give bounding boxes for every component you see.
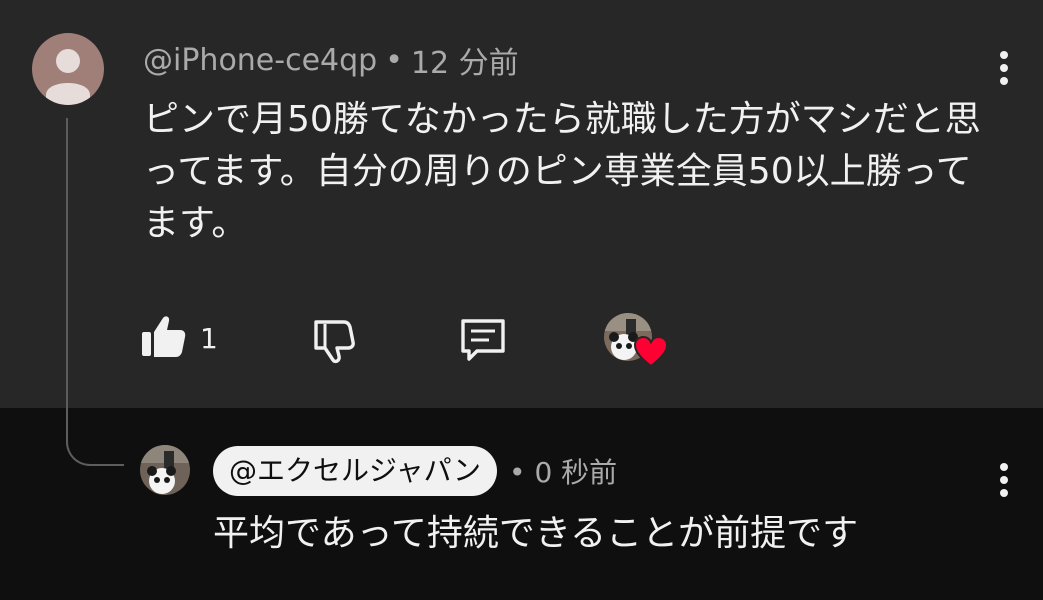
thumbs-up-filled-icon	[138, 316, 188, 366]
more-vertical-icon[interactable]	[994, 46, 1014, 90]
reply-comment-icon	[457, 319, 509, 369]
default-user-avatar-icon[interactable]	[32, 33, 104, 105]
like-count: 1	[200, 322, 218, 355]
reply-text: 平均であって持続できることが前提です	[213, 513, 859, 554]
like-button[interactable]	[138, 312, 188, 366]
creator-heart-icon	[633, 335, 669, 372]
thumbs-down-icon	[310, 320, 360, 370]
comment-author[interactable]: @iPhone-ce4qp	[143, 43, 377, 78]
reply-card	[0, 408, 1043, 600]
comment-text: ピンで月50勝てなかったら就職した方がマシだと思ってます。自分の周りのピン専業全…	[143, 99, 981, 244]
meta-separator: •	[509, 456, 526, 489]
reply-time-group: • 0 秒前	[509, 451, 617, 491]
reply-time: 0 秒前	[534, 456, 618, 489]
meta-separator: •	[385, 42, 403, 78]
comment-meta: @iPhone-ce4qp • 12 分前	[143, 38, 519, 82]
mention-chip[interactable]: @エクセルジャパン	[213, 446, 498, 496]
more-vertical-icon[interactable]	[994, 458, 1014, 502]
comment-time: 12 分前	[410, 46, 519, 81]
thread-connector-line	[66, 118, 124, 466]
reply-meta: @エクセルジャパン • 0 秒前	[213, 446, 617, 496]
dislike-button[interactable]	[310, 316, 360, 370]
channel-avatar-icon[interactable]	[140, 445, 190, 495]
reply-button[interactable]	[457, 315, 509, 369]
